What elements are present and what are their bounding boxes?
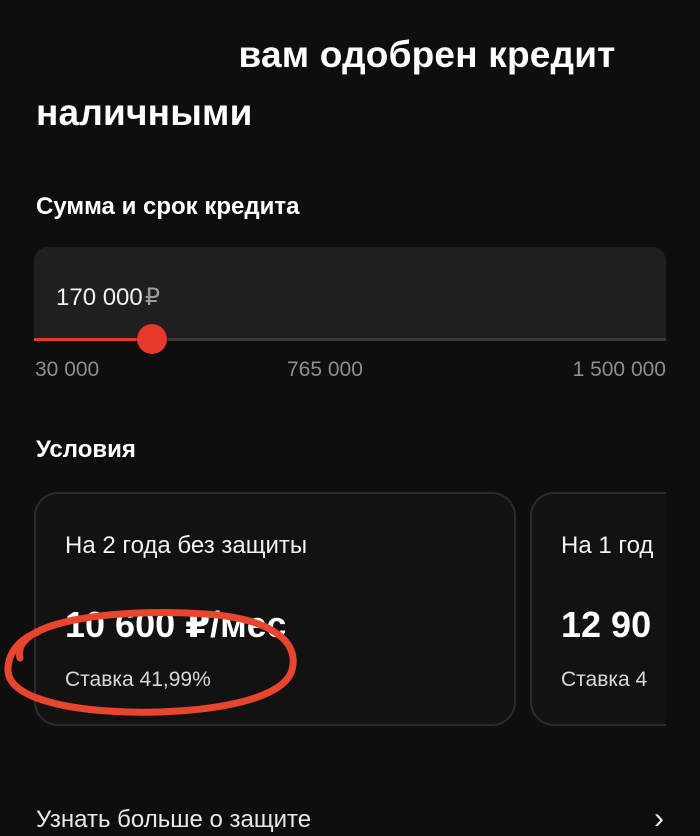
- redacted-name: [36, 37, 228, 67]
- card-scroller-edge: На 1 год 12 90 Ставка 4: [530, 492, 666, 726]
- chevron-right-icon: ›: [654, 806, 664, 835]
- slider-max-label: 1 500 000: [572, 358, 666, 381]
- card-title: На 1 год: [561, 532, 654, 559]
- card-title: На 2 года без защиты: [65, 532, 308, 559]
- amount-slider-track[interactable]: [34, 338, 666, 341]
- card-monthly-payment: 10 600 ₽/мес: [65, 604, 287, 645]
- loan-section-label: Сумма и срок кредита: [36, 193, 300, 220]
- amount-value: 170 000₽: [56, 283, 160, 312]
- card-rate: Ставка 4: [561, 668, 648, 691]
- page-title: вам одобрен кредит наличными: [36, 26, 676, 142]
- slider-min-label: 30 000: [35, 358, 100, 381]
- slider-mid-label: 765 000: [287, 358, 363, 381]
- condition-card-2-years[interactable]: На 2 года без защиты 10 600 ₽/мес Ставка…: [34, 492, 516, 726]
- conditions-section-label: Условия: [36, 436, 136, 463]
- condition-card-1-year[interactable]: На 1 год 12 90 Ставка 4: [530, 492, 666, 726]
- learn-more-row[interactable]: Узнать больше о защите ›: [36, 806, 666, 836]
- card-rate: Ставка 41,99%: [65, 668, 211, 691]
- amount-number: 170 000: [56, 284, 143, 311]
- amount-field[interactable]: 170 000₽: [34, 247, 666, 340]
- amount-slider-thumb[interactable]: [137, 324, 168, 354]
- card-monthly-payment: 12 90: [561, 604, 652, 645]
- learn-more-link[interactable]: Узнать больше о защите: [36, 806, 311, 834]
- amount-slider-fill: [34, 338, 153, 341]
- currency-symbol: ₽: [144, 284, 161, 311]
